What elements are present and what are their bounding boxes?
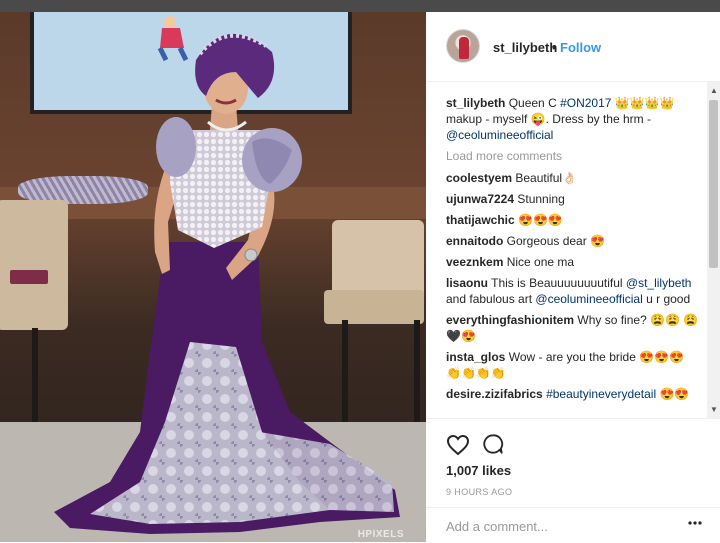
- list-item: thatijawchic 😍😍😍: [446, 212, 702, 228]
- comment-username[interactable]: coolestyem: [446, 171, 512, 185]
- list-item: ujunwa7224 Stunning: [446, 191, 702, 207]
- comment-username[interactable]: veeznkem: [446, 255, 503, 269]
- post-sidebar: st_lilybeth • Follow st_lilybeth Queen C…: [426, 12, 720, 542]
- comment-mention[interactable]: @ceolumineeofficial: [535, 292, 642, 306]
- browser-top-strip: [0, 0, 720, 12]
- post-header: st_lilybeth • Follow: [426, 12, 720, 82]
- comment-username[interactable]: everythingfashionitem: [446, 313, 574, 327]
- list-item: desire.zizifabrics #beautyineverydetail …: [446, 386, 702, 402]
- list-item: insta_glos Wow - are you the bride 😍😍😍 👏…: [446, 349, 702, 381]
- comment-bubble-icon[interactable]: [482, 433, 504, 455]
- comment-username[interactable]: ujunwa7224: [446, 192, 514, 206]
- comment-text: Nice one ma: [506, 255, 575, 269]
- post-photo[interactable]: HPIXELS: [0, 12, 426, 542]
- comment-username[interactable]: ennaitodo: [446, 234, 503, 248]
- post-actions: 1,007 likes 9 HOURS AGO: [426, 418, 720, 542]
- follow-button[interactable]: Follow: [560, 40, 601, 55]
- comment-username[interactable]: insta_glos: [446, 350, 505, 364]
- photo-watermark: HPIXELS: [357, 529, 404, 540]
- list-item: ennaitodo Gorgeous dear 😍: [446, 233, 702, 249]
- woman-in-gown: [54, 33, 400, 534]
- comment-text: Stunning: [517, 192, 565, 206]
- likes-count[interactable]: 1,007 likes: [446, 463, 511, 478]
- comment-text: 😍😍: [656, 387, 690, 401]
- comment-text: This is Beauuuuuuuutiful: [491, 276, 626, 290]
- comments-scrollbar[interactable]: ▲ ▼: [707, 82, 720, 418]
- post-username[interactable]: st_lilybeth: [493, 40, 557, 55]
- add-comment-bar: [426, 507, 720, 543]
- scroll-up-arrow[interactable]: ▲: [710, 86, 718, 95]
- separator-dot: •: [552, 40, 557, 55]
- list-item: lisaonu This is Beauuuuuuuutiful @st_lil…: [446, 276, 692, 306]
- comment-text: Gorgeous dear 😍: [506, 234, 605, 248]
- list-item: veeznkem Nice one ma: [446, 254, 702, 270]
- post-timestamp: 9 HOURS AGO: [446, 487, 513, 497]
- scrollbar-thumb[interactable]: [709, 100, 718, 268]
- comment-input[interactable]: [446, 517, 666, 535]
- comment-mention[interactable]: @st_lilybeth: [626, 276, 692, 290]
- more-options-icon[interactable]: [688, 520, 702, 526]
- list-item: coolestyem Beautiful👌🏻: [446, 170, 702, 186]
- scroll-down-arrow[interactable]: ▼: [710, 405, 718, 414]
- comment-list: st_lilybeth Queen C #ON2017 👑👑👑👑 makup -…: [446, 95, 702, 407]
- comment-username[interactable]: thatijawchic: [446, 213, 515, 227]
- comments-panel: st_lilybeth Queen C #ON2017 👑👑👑👑 makup -…: [426, 82, 720, 418]
- caption-username[interactable]: st_lilybeth: [446, 96, 505, 110]
- heart-icon[interactable]: [446, 433, 470, 457]
- comment-text: 😍😍😍: [518, 213, 563, 227]
- list-item: everythingfashionitem Why so fine? 😩😩 😩🖤…: [446, 312, 702, 344]
- comment-text: Beautiful👌🏻: [515, 171, 578, 185]
- load-more-comments-button[interactable]: Load more comments: [446, 149, 702, 163]
- comment-username[interactable]: lisaonu: [446, 276, 488, 290]
- comment-username[interactable]: desire.zizifabrics: [446, 387, 543, 401]
- caption: st_lilybeth Queen C #ON2017 👑👑👑👑 makup -…: [446, 96, 675, 142]
- caption-mention[interactable]: @ceolumineeofficial: [446, 128, 553, 142]
- avatar[interactable]: [446, 29, 480, 63]
- comment-hashtag[interactable]: #beautyineverydetail: [546, 387, 656, 401]
- caption-hashtag[interactable]: #ON2017: [560, 96, 611, 110]
